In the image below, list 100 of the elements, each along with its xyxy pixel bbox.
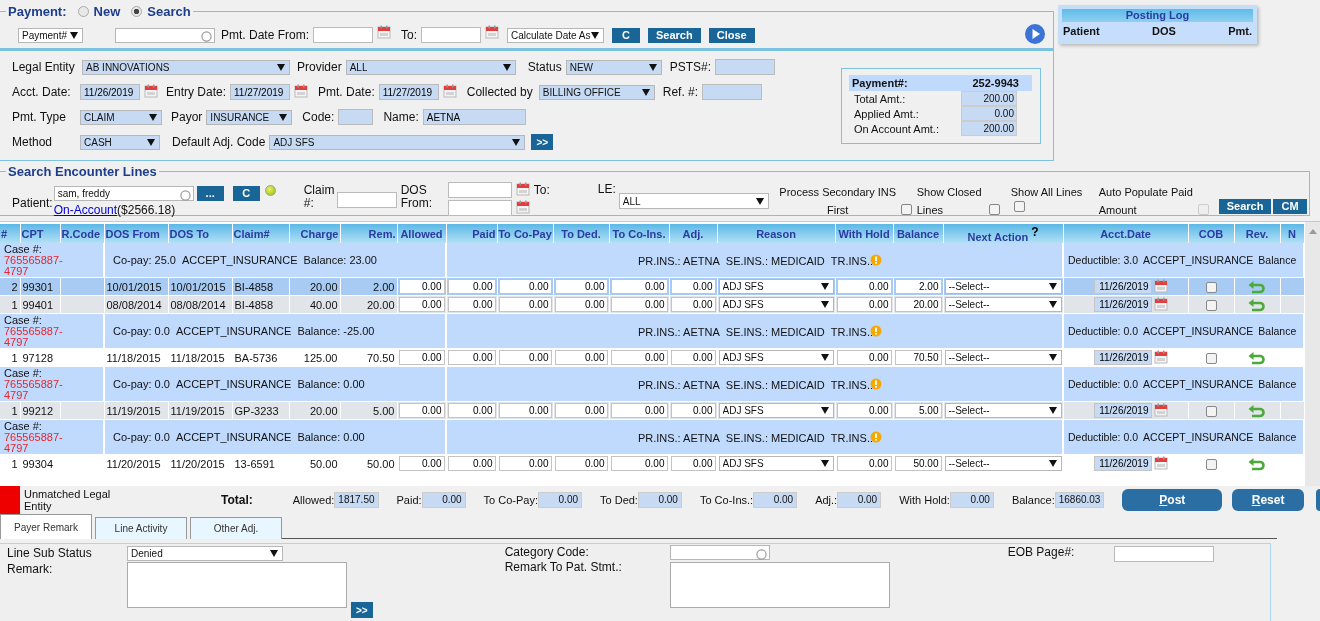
eob-page-field[interactable] [1114,546,1215,562]
radio-button[interactable] [131,6,143,17]
legal-entity-dropdown[interactable]: ALL [618,193,769,209]
remark-field[interactable] [127,562,347,608]
payment-type-dropdown[interactable]: CLAIM [80,109,162,125]
calendar-icon[interactable] [515,200,530,214]
checkbox[interactable] [1013,201,1025,212]
next-action-dropdown[interactable]: --Select-- [944,350,1062,365]
legal-entity-dropdown[interactable]: AB INNOVATIONS [82,59,290,75]
encounter-row[interactable]: 2 99301 10/01/2015 10/01/2015 BI-4858 20.00 2.00 0.00 0.00 0.00 0.00 0.00 0.00 ADJ SFS 0.00 2.00 --Select-- 11/26/2019 [0,277,1304,296]
date-field[interactable]: 11/26/2019 [80,84,140,100]
copay-field[interactable]: 0.00 [498,456,552,471]
balance-field[interactable]: 20.00 [894,297,942,312]
withhold-field[interactable]: 0.00 [836,403,892,418]
calendar-icon[interactable] [1153,279,1168,293]
apply-button[interactable]: >> [531,134,554,150]
adjustment-field[interactable]: 0.00 [670,279,716,294]
claim-field[interactable] [336,192,397,208]
balance-field[interactable]: 50.00 [894,456,942,471]
action-button[interactable]: Search [1218,199,1272,214]
withhold-field[interactable]: 0.00 [836,279,892,294]
encounter-row[interactable]: 1 99401 08/08/2014 08/08/2014 BI-4858 40.00 20.00 0.00 0.00 0.00 0.00 0.00 0.00 ADJ SFS 0.00 20.00 --Select-- 11/26/2019 [0,295,1304,314]
coinsurance-field[interactable]: 0.00 [610,279,668,294]
date-field[interactable]: 11/26/2019 [1093,279,1152,294]
tab[interactable]: Other Adj. [190,517,282,539]
reason-dropdown[interactable]: ADJ SFS [718,403,834,418]
calendar-icon[interactable] [1153,297,1168,311]
action-button[interactable]: CM [1273,199,1307,214]
encounter-row[interactable]: 1 99212 11/19/2015 11/19/2015 GP-3233 20.00 5.00 0.00 0.00 0.00 0.00 0.00 0.00 ADJ SFS 0.00 5.00 --Select-- 11/26/2019 [0,401,1304,420]
date-field[interactable]: 11/27/2019 [378,84,439,100]
status-dropdown[interactable]: NEW [565,59,662,75]
search-by-dropdown[interactable]: Payment# [18,27,83,43]
adjustment-code-dropdown[interactable]: ADJ SFS [269,134,526,150]
checkbox[interactable] [1205,405,1217,417]
balance-field[interactable]: 5.00 [894,403,942,418]
date-field[interactable] [447,182,512,198]
tab[interactable]: Payer Remark [0,514,92,539]
deductible-field[interactable]: 0.00 [554,456,608,471]
collected-by-dropdown[interactable]: BILLING OFFICE [538,84,655,100]
apply-button[interactable]: >> [351,602,373,618]
adjustment-field[interactable]: 0.00 [670,350,716,365]
deductible-field[interactable]: 0.00 [554,279,608,294]
reference-field[interactable] [702,84,763,100]
deductible-field[interactable]: 0.00 [554,350,608,365]
action-button[interactable]: C [612,27,640,43]
help-mark[interactable]: ? [1031,224,1039,239]
calendar-icon[interactable] [485,25,500,39]
copay-field[interactable]: 0.00 [498,297,552,312]
next-action-dropdown[interactable]: --Select-- [944,297,1062,312]
withhold-field[interactable]: 0.00 [836,350,892,365]
scrollbar[interactable] [1305,222,1320,486]
tab[interactable]: Line Activity [95,517,187,539]
return-arrow-icon[interactable] [1248,297,1266,312]
encounter-row[interactable]: 1 97128 11/18/2015 11/18/2015 BA-5736 125.00 70.50 0.00 0.00 0.00 0.00 0.00 0.00 ADJ SFS 0.00 70.50 --Select-- 11/26/2019 [0,348,1304,367]
paid-field[interactable]: 0.00 [447,403,496,418]
date-field[interactable]: 11/26/2019 [1093,297,1152,312]
lookup-button[interactable]: ... [196,186,224,201]
return-arrow-icon[interactable] [1248,279,1266,294]
return-arrow-icon[interactable] [1248,350,1266,365]
reason-dropdown[interactable]: ADJ SFS [718,279,834,294]
return-arrow-icon[interactable] [1248,403,1266,418]
name-field[interactable]: AETNA [422,109,526,125]
next-action-dropdown[interactable]: --Select-- [944,403,1062,418]
method-dropdown[interactable]: CASH [80,134,160,150]
allowed-field[interactable]: 0.00 [398,403,445,418]
coinsurance-field[interactable]: 0.00 [610,403,668,418]
checkbox[interactable] [1205,352,1217,364]
calendar-icon[interactable] [442,84,457,98]
radio-button[interactable] [77,6,89,17]
code-field[interactable] [338,109,374,125]
reason-dropdown[interactable]: ADJ SFS [718,297,834,312]
checkbox[interactable] [1205,299,1217,311]
date-field[interactable] [421,27,482,43]
date-field[interactable]: 11/27/2019 [230,84,291,100]
next-action-dropdown[interactable]: --Select-- [944,456,1062,471]
sub-status-dropdown[interactable]: Denied [127,546,283,561]
balance-field[interactable]: 70.50 [894,350,942,365]
withhold-field[interactable]: 0.00 [836,456,892,471]
action-button[interactable]: Reset [1232,489,1304,511]
date-field[interactable] [447,200,512,216]
allowed-field[interactable]: 0.00 [398,279,445,294]
coinsurance-field[interactable]: 0.00 [610,297,668,312]
calculate-date-dropdown[interactable]: Calculate Date As [507,27,605,43]
allowed-field[interactable]: 0.00 [398,456,445,471]
copay-field[interactable]: 0.00 [498,403,552,418]
balance-field[interactable]: 2.00 [894,279,942,294]
allowed-field[interactable]: 0.00 [398,297,445,312]
action-button[interactable]: Close [708,27,755,43]
action-button[interactable]: Post [1122,489,1223,511]
checkbox[interactable] [1205,458,1217,470]
withhold-field[interactable]: 0.00 [836,297,892,312]
deductible-field[interactable]: 0.00 [554,297,608,312]
paid-field[interactable]: 0.00 [447,279,496,294]
action-button[interactable] [1316,489,1320,511]
date-field[interactable] [313,27,373,43]
reason-dropdown[interactable]: ADJ SFS [718,456,834,471]
statement-remark-field[interactable] [669,562,890,608]
copay-field[interactable]: 0.00 [498,279,552,294]
deductible-field[interactable]: 0.00 [554,403,608,418]
coinsurance-field[interactable]: 0.00 [610,350,668,365]
